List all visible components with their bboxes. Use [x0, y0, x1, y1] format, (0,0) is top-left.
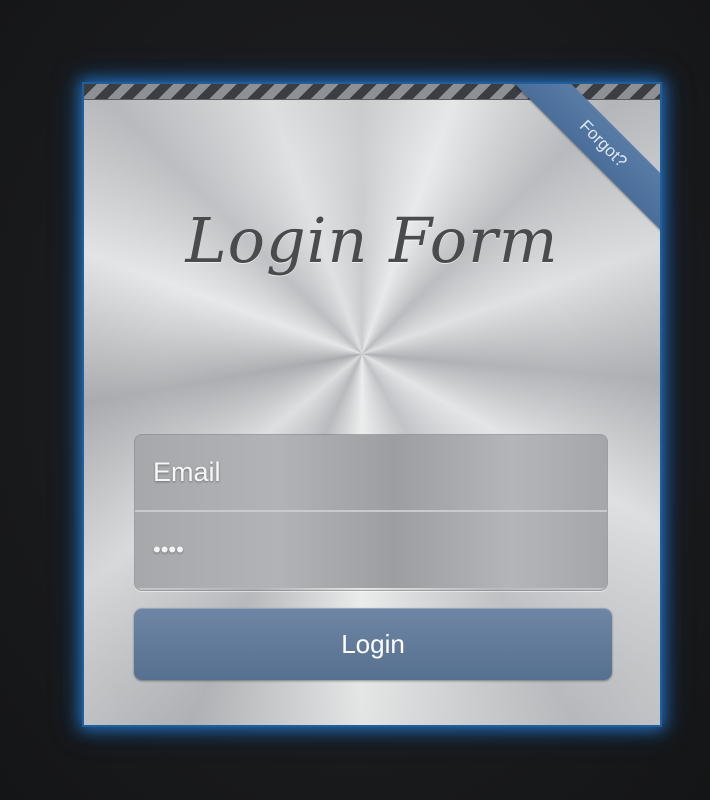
page-background: Forgot? Login Form •••• Login — [0, 0, 710, 800]
login-card: Forgot? Login Form •••• Login — [84, 84, 660, 725]
login-button[interactable]: Login — [134, 608, 612, 680]
form-title: Login Form — [185, 204, 559, 277]
email-field-wrapper — [135, 435, 607, 512]
email-field[interactable] — [135, 457, 607, 488]
password-field[interactable]: •••• — [135, 537, 202, 563]
credentials-field-group: •••• — [134, 434, 608, 591]
password-field-wrapper[interactable]: •••• — [135, 512, 607, 588]
